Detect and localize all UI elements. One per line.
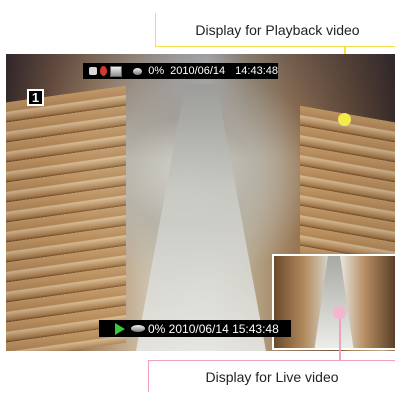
live-osd-text: 0% 2010/06/14 15:43:48 (148, 321, 279, 336)
live-callout-label: Display for Live video (148, 360, 395, 392)
channel-number-badge: 1 (27, 89, 44, 106)
playback-disk-usage: 0% (148, 65, 165, 77)
monitor-icon (110, 65, 122, 77)
disk-icon (131, 325, 145, 332)
live-callout-dot (333, 306, 346, 319)
live-leader-line (339, 312, 341, 360)
playback-callout-text: Display for Playback video (195, 21, 360, 38)
play-icon (115, 322, 125, 335)
warehouse-shelf-left (6, 85, 126, 351)
playback-callout-dot (338, 113, 351, 126)
live-callout-text: Display for Live video (205, 368, 339, 385)
record-icon (100, 66, 108, 76)
live-osd-bar: 0% 2010/06/14 15:43:48 (99, 320, 291, 337)
playback-time: 14:43:48 (235, 65, 278, 77)
playback-date: 2010/06/14 (170, 65, 226, 77)
warehouse-aisle (136, 84, 266, 351)
camera-icon (89, 67, 98, 75)
playback-osd-bar: 0% 2010/06/14 14:43:48 (83, 63, 278, 79)
playback-callout-label: Display for Playback video (155, 13, 395, 47)
disk-icon (132, 67, 143, 75)
pip-aisle (314, 256, 354, 348)
